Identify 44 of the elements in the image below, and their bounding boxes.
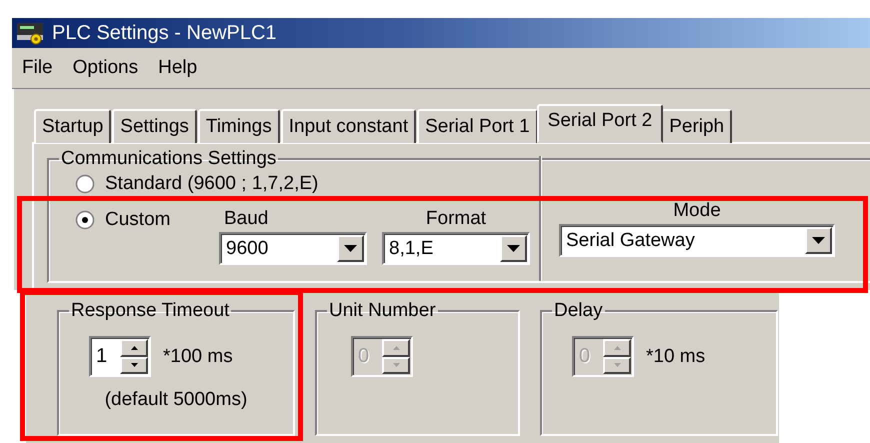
- unit-label: *100 ms: [163, 346, 233, 368]
- menu-item[interactable]: File: [12, 57, 63, 79]
- tab[interactable]: Timings: [198, 109, 280, 143]
- tab[interactable]: Startup: [34, 109, 112, 143]
- dropdown[interactable]: 9600: [219, 232, 367, 265]
- window-title: PLC Settings - NewPLC1: [52, 22, 277, 44]
- group-title: Communications Settings: [60, 148, 278, 170]
- up-arrow-icon: [130, 346, 138, 350]
- group-title: Response Timeout: [70, 300, 230, 322]
- spin-field[interactable]: 1: [89, 336, 151, 377]
- field-label: Baud: [223, 207, 270, 231]
- down-arrow-icon: [614, 363, 620, 368]
- default-note: (default 5000ms): [104, 389, 248, 411]
- menu-item[interactable]: Options: [62, 57, 148, 79]
- radio-label[interactable]: Custom: [105, 209, 170, 231]
- dropdown-button[interactable]: [337, 235, 364, 262]
- radio-label[interactable]: Standard (9600 ; 1,7,2,E): [105, 173, 318, 195]
- spin-down-button[interactable]: [120, 356, 148, 374]
- field-label: Mode: [672, 199, 722, 223]
- dropdown-button[interactable]: [500, 235, 527, 262]
- tab[interactable]: Serial Port 1: [417, 109, 538, 143]
- tab[interactable]: Periph: [661, 109, 732, 143]
- radio-button[interactable]: [75, 210, 95, 230]
- menu-item[interactable]: Help: [148, 57, 208, 79]
- tab[interactable]: Serial Port 2: [536, 104, 664, 143]
- up-arrow-icon: [392, 346, 400, 350]
- radio-button[interactable]: [75, 174, 95, 194]
- dropdown-button[interactable]: [805, 227, 832, 254]
- caret-icon: [344, 245, 357, 252]
- field-label: Format: [424, 207, 488, 231]
- spin-up-button[interactable]: [120, 339, 148, 356]
- dropdown[interactable]: Serial Gateway: [559, 224, 835, 257]
- tab[interactable]: Settings: [112, 109, 197, 143]
- caret-icon: [812, 237, 825, 244]
- caret-icon: [507, 245, 520, 252]
- down-arrow-icon: [392, 363, 400, 368]
- group-title: Delay: [553, 300, 604, 322]
- down-arrow-icon: [130, 363, 138, 368]
- group-title: Unit Number: [328, 300, 437, 322]
- tab[interactable]: Input constant: [280, 109, 416, 143]
- up-arrow-icon: [614, 346, 620, 350]
- device-icon: [16, 21, 46, 45]
- dropdown[interactable]: 8,1,E: [382, 232, 530, 265]
- unit-label: *10 ms: [646, 346, 706, 368]
